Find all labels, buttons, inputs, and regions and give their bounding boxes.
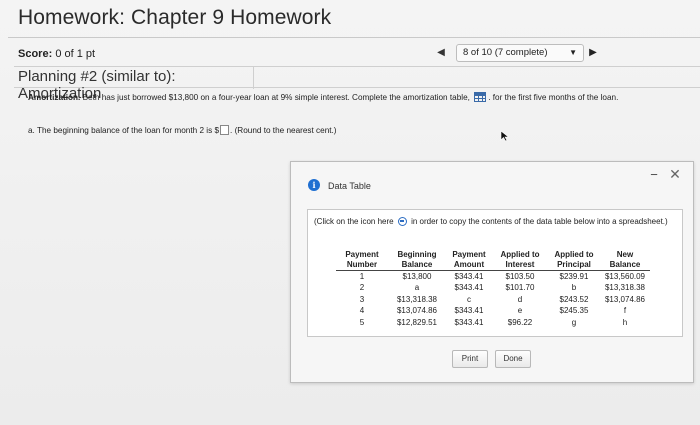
- table-cell: 1: [359, 272, 365, 281]
- column-header: Payment Number: [336, 250, 388, 271]
- table-cell: $13,074.86: [604, 294, 646, 304]
- problem-statement: Amortization. Beth has just borrowed $13…: [28, 92, 618, 102]
- part-a-question: a. The beginning balance of the loan for…: [28, 125, 337, 135]
- table-cell: h: [622, 317, 628, 327]
- table-row: 3 $13,318.38 c d $243.52 $13,074.86: [336, 294, 650, 306]
- homework-title: Homework: Chapter 9 Homework: [18, 6, 332, 29]
- next-question-icon[interactable]: ▶: [586, 46, 600, 60]
- score-row: Score: 0 of 1 pt ◀ 8 of 10 (7 complete) …: [14, 44, 694, 68]
- column-header: Beginning Balance: [388, 250, 446, 271]
- table-cell: $103.50: [505, 272, 535, 281]
- dialog-body: (Click on the icon here in order to copy…: [307, 209, 683, 337]
- score-text: Score: 0 of 1 pt: [18, 48, 95, 60]
- table-cell: $343.41: [454, 306, 484, 316]
- table-cell: $343.41: [454, 283, 484, 293]
- table-cell: $13,560.09: [604, 272, 646, 281]
- info-icon: i: [308, 179, 320, 191]
- table-cell: $13,318.38: [396, 294, 438, 304]
- table-header-row: Payment Number Beginning Balance Payment Am…: [336, 250, 650, 271]
- table-cell: a: [414, 283, 420, 293]
- table-cell: c: [467, 294, 471, 304]
- data-table-icon[interactable]: [474, 92, 487, 102]
- table-row: 4 $13,074.86 $343.41 e $245.35 f: [336, 305, 650, 317]
- table-row: 2 a $343.41 $101.70 b $13,318.38: [336, 282, 650, 294]
- problem-lead: Amortization.: [28, 93, 81, 102]
- column-header: Applied to Interest: [492, 250, 548, 271]
- table-cell: $101.70: [505, 283, 535, 293]
- chevron-down-icon: ▼: [569, 48, 577, 57]
- column-header: New Balance: [600, 250, 650, 271]
- table-cell: f: [623, 306, 627, 316]
- table-cell: 5: [359, 317, 365, 327]
- table-cell: $343.41: [454, 317, 484, 327]
- dialog-title: Data Table: [328, 181, 371, 191]
- table-row: 1 $13,800 $343.41 $103.50 $239.91 $13,56…: [336, 271, 650, 283]
- question-title-box: Planning #2 (similar to): Amortization: [14, 66, 254, 102]
- problem-text-end: . for the first five months of the loan.: [488, 93, 619, 102]
- title-bar: Homework: Chapter 9 Homework: [8, 0, 700, 38]
- copy-instructions: (Click on the icon here in order to copy…: [314, 216, 674, 227]
- table-cell: $343.41: [454, 272, 484, 281]
- minimize-icon[interactable]: −: [647, 168, 661, 182]
- table-cell: e: [517, 306, 523, 316]
- table-row: 5 $12,829.51 $343.41 $96.22 g h: [336, 317, 650, 329]
- data-table-dialog: i Data Table − ✕ (Click on the icon here…: [290, 161, 694, 383]
- score-label: Score:: [18, 48, 53, 60]
- mouse-cursor-icon: [500, 130, 510, 142]
- part-a-text: a. The beginning balance of the loan for…: [28, 126, 220, 135]
- copy-to-spreadsheet-icon[interactable]: [397, 217, 407, 226]
- part-a-hint: . (Round to the nearest cent.): [230, 126, 337, 135]
- print-button[interactable]: Print: [452, 350, 488, 368]
- problem-text: Beth has just borrowed $13,800 on a four…: [82, 93, 470, 102]
- previous-question-icon[interactable]: ◀: [434, 46, 448, 60]
- column-header: Applied to Principal: [548, 250, 600, 271]
- table-cell: $239.91: [559, 272, 589, 281]
- close-icon[interactable]: ✕: [667, 166, 683, 182]
- table-cell: 2: [359, 283, 365, 293]
- amortization-table: Payment Number Beginning Balance Payment Am…: [336, 250, 650, 328]
- answer-input[interactable]: [220, 125, 230, 135]
- table-cell: $13,318.38: [604, 283, 646, 293]
- table-cell: 4: [359, 306, 365, 316]
- table-cell: b: [571, 283, 577, 293]
- table-cell: 3: [359, 294, 365, 304]
- table-cell: $12,829.51: [396, 317, 438, 327]
- dialog-header: i Data Table − ✕: [291, 162, 693, 192]
- table-cell: g: [571, 317, 577, 327]
- table-cell: $96.22: [507, 317, 533, 327]
- copy-note-start: (Click on the icon here: [314, 217, 394, 226]
- question-progress: 8 of 10 (7 complete): [463, 47, 548, 58]
- table-cell: $243.52: [559, 294, 589, 304]
- question-bar: Planning #2 (similar to): Amortization: [14, 66, 700, 102]
- table-cell: d: [517, 294, 523, 304]
- copy-note-end: in order to copy the contents of the dat…: [411, 217, 668, 226]
- question-select-dropdown[interactable]: 8 of 10 (7 complete) ▼: [456, 44, 584, 62]
- column-header: Payment Amount: [446, 250, 492, 271]
- table-cell: $245.35: [559, 306, 589, 316]
- table-cell: $13,074.86: [396, 306, 438, 316]
- table-cell: $13,800: [402, 272, 432, 281]
- score-value: 0 of 1 pt: [55, 48, 96, 60]
- done-button[interactable]: Done: [495, 350, 531, 368]
